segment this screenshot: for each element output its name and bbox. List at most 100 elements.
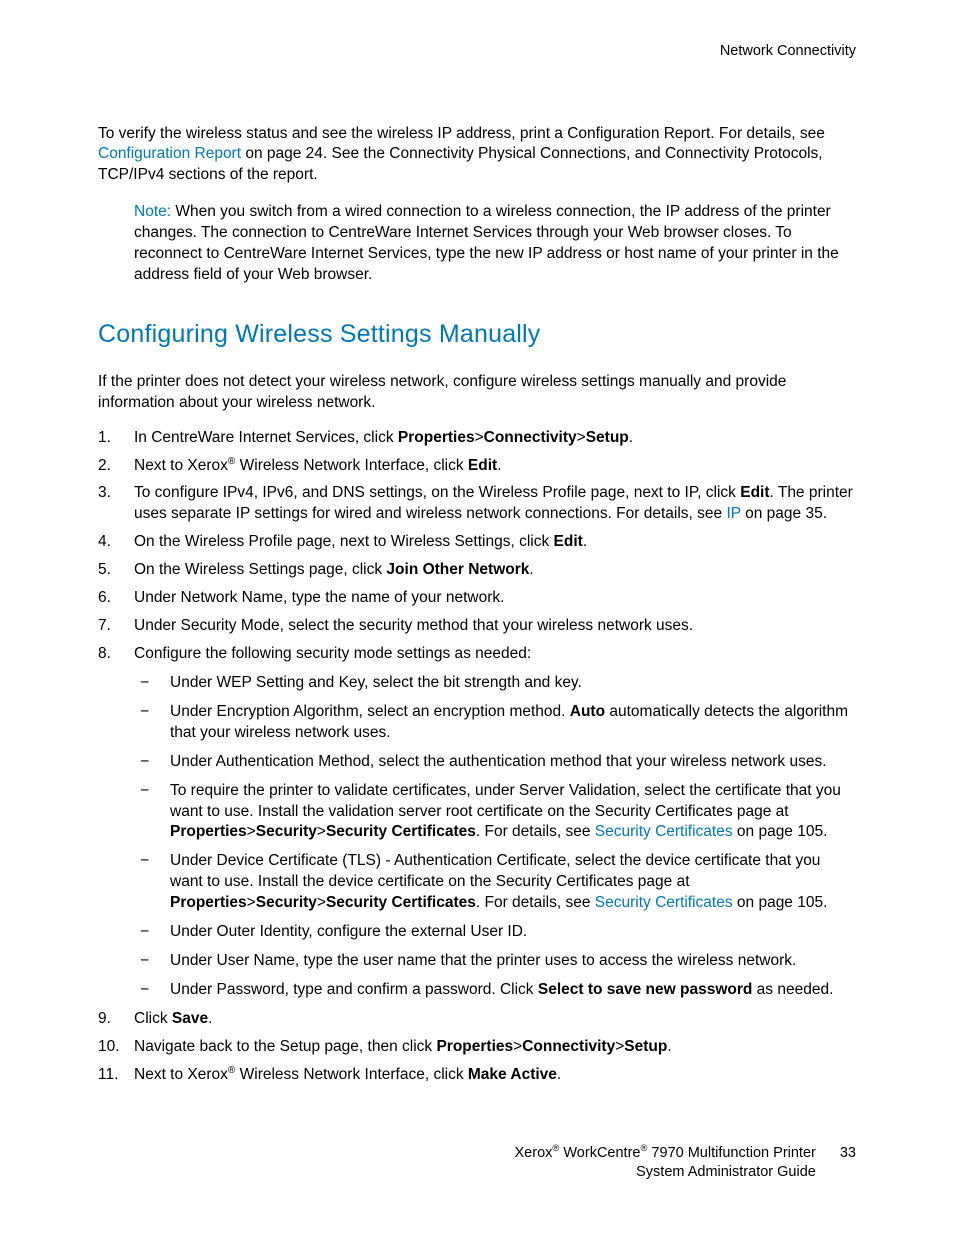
bold: Edit xyxy=(468,457,497,474)
note-paragraph: Note: When you switch from a wired conne… xyxy=(134,202,856,286)
text: Next to Xerox xyxy=(134,1066,228,1083)
step-8: Configure the following security mode se… xyxy=(98,644,856,1001)
text: as needed. xyxy=(752,981,833,998)
note-label: Note: xyxy=(134,203,171,220)
text: On the Wireless Settings page, click xyxy=(134,561,386,578)
text: Under Encryption Algorithm, select an en… xyxy=(170,703,570,720)
text: . xyxy=(208,1010,212,1027)
intro-paragraph: To verify the wireless status and see th… xyxy=(98,124,856,187)
text: on page 35. xyxy=(741,505,827,522)
footer-line-1: Xerox® WorkCentre® 7970 Multifunction Pr… xyxy=(515,1144,816,1164)
page-footer: Xerox® WorkCentre® 7970 Multifunction Pr… xyxy=(98,1144,856,1183)
step-2: Next to Xerox® Wireless Network Interfac… xyxy=(98,456,856,477)
text: . xyxy=(557,1066,561,1083)
step-11: Next to Xerox® Wireless Network Interfac… xyxy=(98,1065,856,1086)
step-5: On the Wireless Settings page, click Joi… xyxy=(98,560,856,581)
step-7: Under Security Mode, select the security… xyxy=(98,616,856,637)
text: on page 105. xyxy=(733,823,828,840)
text: Wireless Network Interface, click xyxy=(235,1066,468,1083)
bold: Connectivity xyxy=(484,429,577,446)
text: . For details, see xyxy=(476,894,595,911)
footer-line-2: System Administrator Guide xyxy=(515,1163,816,1183)
sep: > xyxy=(317,894,326,911)
sep: > xyxy=(317,823,326,840)
bold: Properties xyxy=(170,894,247,911)
bold: Properties xyxy=(398,429,475,446)
bold: Setup xyxy=(586,429,629,446)
text: Navigate back to the Setup page, then cl… xyxy=(134,1038,436,1055)
ip-link[interactable]: IP xyxy=(726,505,740,522)
bold: Edit xyxy=(740,484,769,501)
text: Under Authentication Method, select the … xyxy=(170,753,827,770)
step-3: To configure IPv4, IPv6, and DNS setting… xyxy=(98,483,856,525)
text: 7970 Multifunction Printer xyxy=(647,1145,815,1161)
substep: Under Device Certificate (TLS) - Authent… xyxy=(134,851,856,914)
section-heading: Configuring Wireless Settings Manually xyxy=(98,318,856,352)
sep: > xyxy=(615,1038,624,1055)
step-4: On the Wireless Profile page, next to Wi… xyxy=(98,532,856,553)
step-10: Navigate back to the Setup page, then cl… xyxy=(98,1037,856,1058)
text: To configure IPv4, IPv6, and DNS setting… xyxy=(134,484,740,501)
bold: Security Certificates xyxy=(326,894,476,911)
text: Xerox xyxy=(515,1145,553,1161)
text: Under Security Mode, select the security… xyxy=(134,617,693,634)
bold: Edit xyxy=(554,533,583,550)
bold: Auto xyxy=(570,703,605,720)
step-6: Under Network Name, type the name of you… xyxy=(98,588,856,609)
substep: To require the printer to validate certi… xyxy=(134,781,856,844)
bold: Security xyxy=(256,823,317,840)
bold: Connectivity xyxy=(522,1038,615,1055)
substeps-list: Under WEP Setting and Key, select the bi… xyxy=(134,673,856,1001)
bold: Properties xyxy=(436,1038,513,1055)
substep: Under Authentication Method, select the … xyxy=(134,752,856,773)
footer-text: Xerox® WorkCentre® 7970 Multifunction Pr… xyxy=(515,1144,816,1183)
text: In CentreWare Internet Services, click xyxy=(134,429,398,446)
note-text: When you switch from a wired connection … xyxy=(134,203,839,283)
text: Under Password, type and confirm a passw… xyxy=(170,981,538,998)
step-1: In CentreWare Internet Services, click P… xyxy=(98,428,856,449)
sep: > xyxy=(247,823,256,840)
configuration-report-link[interactable]: Configuration Report xyxy=(98,145,241,162)
bold: Select to save new password xyxy=(538,981,753,998)
bold: Make Active xyxy=(468,1066,557,1083)
bold: Setup xyxy=(624,1038,667,1055)
security-certificates-link[interactable]: Security Certificates xyxy=(595,823,733,840)
bold: Join Other Network xyxy=(386,561,529,578)
page-number: 33 xyxy=(840,1144,856,1164)
text: On the Wireless Profile page, next to Wi… xyxy=(134,533,554,550)
text: . xyxy=(629,429,633,446)
sep: > xyxy=(513,1038,522,1055)
section-intro: If the printer does not detect your wire… xyxy=(98,372,856,414)
text: . xyxy=(583,533,587,550)
steps-list: In CentreWare Internet Services, click P… xyxy=(98,428,856,1086)
text: Under Network Name, type the name of you… xyxy=(134,589,504,606)
text: To require the printer to validate certi… xyxy=(170,782,841,820)
text: Next to Xerox xyxy=(134,457,228,474)
text: Under Outer Identity, configure the exte… xyxy=(170,923,527,940)
substep: Under Outer Identity, configure the exte… xyxy=(134,922,856,943)
security-certificates-link[interactable]: Security Certificates xyxy=(595,894,733,911)
text: Configure the following security mode se… xyxy=(134,645,531,662)
substep: Under User Name, type the user name that… xyxy=(134,951,856,972)
bold: Properties xyxy=(170,823,247,840)
text: Wireless Network Interface, click xyxy=(235,457,468,474)
text: Click xyxy=(134,1010,172,1027)
bold: Security Certificates xyxy=(326,823,476,840)
sep: > xyxy=(577,429,586,446)
text: . xyxy=(529,561,533,578)
text: Under User Name, type the user name that… xyxy=(170,952,796,969)
substep: Under Encryption Algorithm, select an en… xyxy=(134,702,856,744)
text: . xyxy=(667,1038,671,1055)
sep: > xyxy=(475,429,484,446)
page-header-section: Network Connectivity xyxy=(98,42,856,62)
text: . xyxy=(497,457,501,474)
step-9: Click Save. xyxy=(98,1009,856,1030)
bold: Security xyxy=(256,894,317,911)
intro-text-a: To verify the wireless status and see th… xyxy=(98,125,825,142)
bold: Save xyxy=(172,1010,208,1027)
text: . For details, see xyxy=(476,823,595,840)
text: WorkCentre xyxy=(559,1145,640,1161)
substep: Under Password, type and confirm a passw… xyxy=(134,980,856,1001)
text: Under WEP Setting and Key, select the bi… xyxy=(170,674,582,691)
sep: > xyxy=(247,894,256,911)
